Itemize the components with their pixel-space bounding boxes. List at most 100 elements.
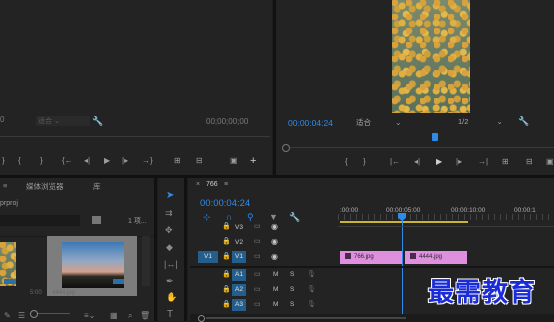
play-icon[interactable]: ▶ bbox=[104, 156, 110, 165]
zoom-slider-handle[interactable] bbox=[30, 310, 38, 318]
track-select-tool-icon[interactable]: ⇉ bbox=[165, 209, 173, 218]
step-back-icon[interactable]: ◂| bbox=[84, 156, 90, 165]
clip-duration: 5:00 bbox=[30, 290, 42, 296]
work-area-bar[interactable] bbox=[340, 221, 468, 223]
solo-button[interactable]: S bbox=[290, 301, 294, 308]
tab-library[interactable]: 库 bbox=[93, 181, 101, 192]
track-label[interactable]: V3 bbox=[232, 222, 246, 234]
lock-icon[interactable]: 🔒 bbox=[222, 252, 231, 260]
step-forward-icon[interactable]: |▸ bbox=[122, 156, 128, 165]
mute-button[interactable]: M bbox=[273, 286, 278, 293]
track-label[interactable]: A1 bbox=[232, 269, 246, 281]
microphone-icon[interactable]: 🎙 bbox=[307, 285, 316, 293]
ruler-ticks[interactable] bbox=[338, 214, 554, 220]
type-tool-icon[interactable]: T bbox=[167, 310, 173, 320]
pen-tool-icon[interactable]: ✒ bbox=[166, 277, 174, 286]
microphone-icon[interactable]: 🎙 bbox=[307, 270, 316, 278]
mark-out-icon[interactable]: } bbox=[2, 156, 5, 165]
program-resolution-dropdown[interactable]: 1/2 ⌄ bbox=[458, 117, 508, 127]
program-step-back-icon[interactable]: ◂| bbox=[414, 157, 420, 166]
program-fit-dropdown[interactable]: 适合 ⌄ bbox=[356, 117, 406, 127]
track-header-v3: 🔒 V3 ▭ ◉ bbox=[190, 221, 337, 235]
sync-lock-icon[interactable]: ▭ bbox=[254, 252, 261, 260]
project-name: prproj bbox=[0, 200, 18, 207]
extract-icon[interactable]: ⊟ bbox=[526, 157, 533, 166]
program-mark-out-icon[interactable]: } bbox=[363, 157, 366, 166]
mute-button[interactable]: M bbox=[273, 271, 278, 278]
eye-icon[interactable]: ◉ bbox=[271, 237, 278, 246]
track-label[interactable]: A3 bbox=[232, 299, 246, 311]
track-label[interactable]: V1 bbox=[232, 251, 246, 263]
program-wrench-icon[interactable]: 🔧 bbox=[518, 117, 529, 126]
lock-icon[interactable]: 🔒 bbox=[222, 270, 231, 278]
program-playhead[interactable] bbox=[432, 133, 438, 141]
lock-icon[interactable]: 🔒 bbox=[222, 300, 231, 308]
go-to-next-icon[interactable]: →} bbox=[142, 156, 153, 165]
add-button-icon[interactable]: + bbox=[250, 155, 256, 167]
program-timecode[interactable]: 00:00:04:24 bbox=[288, 118, 333, 128]
timeline-clip[interactable]: 4444.jpg bbox=[405, 251, 467, 264]
ripple-edit-tool-icon[interactable]: ✥ bbox=[165, 226, 173, 235]
insert-icon[interactable]: ⊞ bbox=[174, 156, 181, 165]
overwrite-icon[interactable]: ⊟ bbox=[196, 156, 203, 165]
sync-lock-icon[interactable]: ▭ bbox=[254, 270, 261, 278]
source-fit-dropdown[interactable]: 适合 ⌄ bbox=[36, 116, 90, 126]
sync-lock-icon[interactable]: ▭ bbox=[254, 237, 261, 245]
slip-tool-icon[interactable]: |↔| bbox=[164, 260, 178, 269]
program-go-to-out-icon[interactable]: →| bbox=[478, 157, 488, 166]
program-scrub-bar[interactable] bbox=[290, 147, 554, 148]
list-view-icon[interactable]: ☰ bbox=[18, 311, 25, 320]
program-go-to-in-icon[interactable]: |← bbox=[390, 157, 400, 166]
selection-tool-icon[interactable]: ➤ bbox=[166, 191, 174, 201]
wrench-icon[interactable]: 🔧 bbox=[92, 117, 103, 126]
hand-tool-icon[interactable]: ✋ bbox=[166, 293, 177, 302]
sync-lock-icon[interactable]: ▭ bbox=[254, 222, 261, 230]
write-icon[interactable]: ✎ bbox=[4, 311, 11, 320]
razor-tool-icon[interactable]: ◆ bbox=[166, 243, 173, 252]
go-to-out-icon[interactable]: } bbox=[40, 156, 43, 165]
sync-lock-icon[interactable]: ▭ bbox=[254, 285, 261, 293]
sync-lock-icon[interactable]: ▭ bbox=[254, 300, 261, 308]
project-search-input[interactable] bbox=[0, 215, 80, 226]
solo-button[interactable]: S bbox=[290, 286, 294, 293]
lock-icon[interactable]: 🔒 bbox=[222, 222, 231, 230]
video-audio-divider bbox=[190, 266, 554, 268]
program-scrub-start[interactable] bbox=[282, 144, 290, 152]
new-bin-icon[interactable] bbox=[92, 216, 101, 224]
lock-icon[interactable]: 🔒 bbox=[222, 285, 231, 293]
export-frame-icon[interactable]: ▣ bbox=[230, 156, 238, 165]
program-step-forward-icon[interactable]: |▸ bbox=[456, 157, 462, 166]
source-patch-v1[interactable]: V1 bbox=[198, 251, 218, 263]
eye-icon[interactable]: ◉ bbox=[271, 252, 278, 261]
new-item-icon[interactable]: ▦ bbox=[110, 311, 118, 320]
timeline-timecode[interactable]: 00:00:04:24 bbox=[200, 198, 250, 209]
solo-button[interactable]: S bbox=[290, 271, 294, 278]
lock-icon[interactable]: 🔒 bbox=[222, 237, 231, 245]
project-scrollbar[interactable] bbox=[142, 236, 150, 286]
track-header-a1: 🔒 A1 ▭ M S 🎙 bbox=[190, 269, 337, 283]
program-play-icon[interactable]: ▶ bbox=[436, 157, 442, 166]
ruler-label: 00:00:05:00 bbox=[386, 207, 421, 214]
sort-icon[interactable]: ≡⌄ bbox=[84, 311, 95, 320]
eye-icon[interactable]: ◉ bbox=[271, 222, 278, 231]
timeline-close-icon[interactable]: × bbox=[196, 181, 200, 188]
lift-icon[interactable]: ⊞ bbox=[502, 157, 509, 166]
mute-button[interactable]: M bbox=[273, 301, 278, 308]
track-label[interactable]: A2 bbox=[232, 284, 246, 296]
panel-tab-overflow[interactable]: ≡ bbox=[3, 181, 7, 190]
source-scrub-bar[interactable] bbox=[0, 136, 270, 137]
timeline-menu-icon[interactable]: ≡ bbox=[224, 181, 228, 188]
mark-in-icon[interactable]: { bbox=[18, 156, 21, 165]
program-export-frame-icon[interactable]: ▣ bbox=[546, 157, 554, 166]
tab-media-browser[interactable]: 媒体浏览器 bbox=[26, 181, 64, 192]
microphone-icon[interactable]: 🎙 bbox=[307, 300, 316, 308]
timeline-clip[interactable]: 766.jpg bbox=[340, 251, 402, 264]
timeline-scroll-thumb[interactable] bbox=[206, 317, 406, 319]
program-mark-in-icon[interactable]: { bbox=[345, 157, 348, 166]
search-icon[interactable]: ⌕ bbox=[128, 311, 132, 321]
timeline-tab[interactable]: 766 bbox=[206, 181, 218, 188]
go-to-in-icon[interactable]: {← bbox=[62, 156, 73, 165]
ruler-label: 00:00:1 bbox=[514, 207, 536, 214]
delete-icon[interactable]: 🗑 bbox=[140, 311, 150, 320]
track-label[interactable]: V2 bbox=[232, 237, 246, 249]
